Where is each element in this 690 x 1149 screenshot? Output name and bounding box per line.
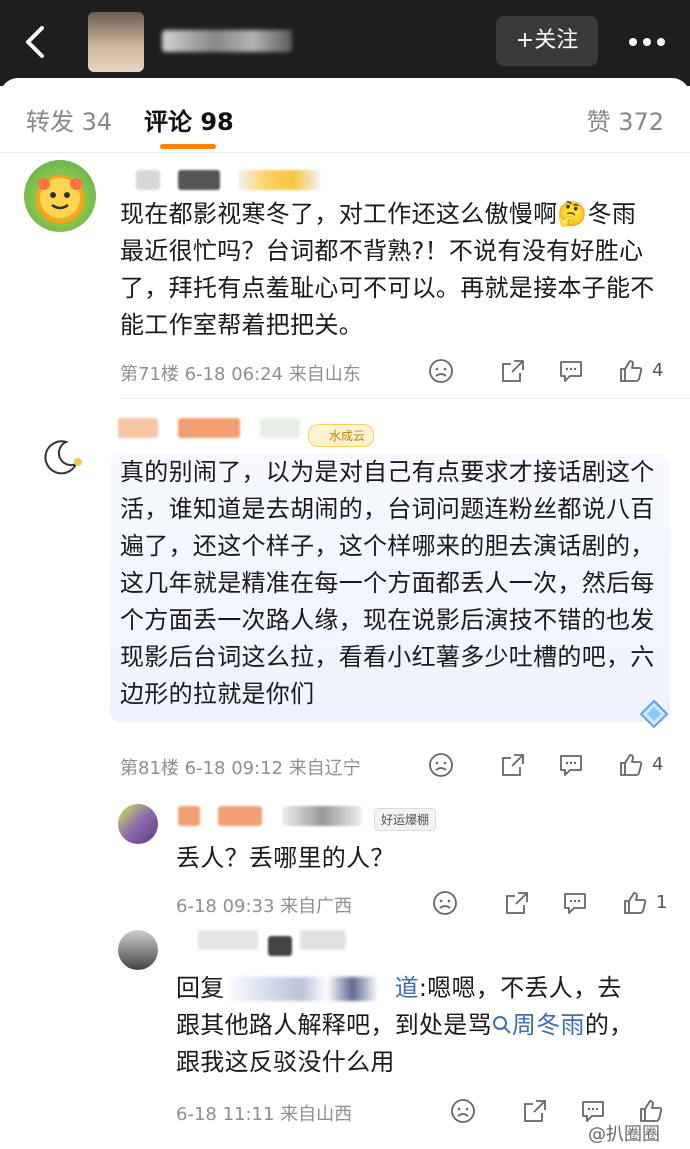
avatar[interactable] xyxy=(24,420,96,492)
comment-text: 现在都影视寒冬了，对工作还这么傲慢啊🤔冬雨最近很忙吗？台词都不背熟?！不说有没有… xyxy=(120,200,655,339)
search-icon xyxy=(492,1011,512,1039)
comment-text: 丢人？丢哪里的人？ xyxy=(176,844,395,872)
diamond-icon xyxy=(638,698,670,730)
username-blurred xyxy=(178,418,240,438)
reply-text-a: :嗯嗯，不丢人，去 xyxy=(418,974,622,1002)
reply-text-d: 跟我这反驳没什么用 xyxy=(176,1048,395,1076)
watermark: @扒圈圈 xyxy=(588,1124,660,1145)
dislike-icon[interactable] xyxy=(428,752,454,778)
back-icon[interactable] xyxy=(18,22,54,62)
comment-icon[interactable] xyxy=(562,890,588,916)
search-link[interactable]: 周冬雨 xyxy=(492,1011,585,1039)
username-blurred xyxy=(300,930,346,950)
comment-icon[interactable] xyxy=(558,752,584,778)
avatar[interactable] xyxy=(118,930,158,970)
divider xyxy=(120,398,690,399)
fan-badge: 水成云 xyxy=(308,424,375,447)
like-icon[interactable] xyxy=(618,358,644,384)
reply-prefix: 回复 xyxy=(176,974,225,1002)
tab-like[interactable]: 赞 372 xyxy=(587,102,664,137)
username-blurred xyxy=(198,930,258,950)
author-avatar[interactable] xyxy=(88,12,144,72)
username-blurred xyxy=(238,170,320,190)
tab-repost[interactable]: 转发 34 xyxy=(26,102,112,137)
avatar[interactable] xyxy=(118,804,158,844)
username-blurred xyxy=(282,806,362,826)
reply-text: 回复 道:嗯嗯，不丢人，去 跟其他路人解释吧，到处是骂 周冬雨的， 跟我这反驳没什么… xyxy=(176,970,666,1081)
tab-bar: 转发 34 评论 98 赞 372 xyxy=(0,78,690,153)
follow-button[interactable]: +关注 xyxy=(496,16,598,66)
share-icon[interactable] xyxy=(522,1098,548,1124)
search-term[interactable]: 周冬雨 xyxy=(512,1011,585,1039)
comment-text: 真的别闹了，以为是对自己有点要求才接话剧这个活，谁知道是去胡闹的，台词问题连粉丝… xyxy=(120,458,655,708)
reply-target-blurred[interactable] xyxy=(224,977,395,1001)
like-count: 4 xyxy=(652,754,664,775)
like-count: 4 xyxy=(652,360,664,381)
active-tab-indicator xyxy=(160,144,216,149)
reply-target-tail[interactable]: 道 xyxy=(395,974,419,1002)
comment-meta: 第71楼 6-18 06:24 来自山东 xyxy=(120,364,361,385)
author-name-blurred xyxy=(162,30,292,52)
dislike-icon[interactable] xyxy=(450,1098,476,1124)
username-blurred xyxy=(260,418,300,438)
reply-text-c: 的， xyxy=(584,1011,634,1039)
more-icon[interactable] xyxy=(622,22,672,62)
comment-meta: 第81楼 6-18 09:12 来自辽宁 xyxy=(120,758,361,779)
username-blurred xyxy=(218,806,262,826)
comment-icon[interactable] xyxy=(558,358,584,384)
username-blurred xyxy=(268,936,292,956)
username-blurred xyxy=(178,170,220,190)
share-icon[interactable] xyxy=(500,752,526,778)
comment-meta: 6-18 09:33 来自广西 xyxy=(176,896,353,917)
like-icon[interactable] xyxy=(618,752,644,778)
comment-meta: 6-18 11:11 来自山西 xyxy=(176,1104,353,1125)
fan-badge: 好运爆棚 xyxy=(374,808,437,831)
like-icon[interactable] xyxy=(622,890,648,916)
share-icon[interactable] xyxy=(504,890,530,916)
dislike-icon[interactable] xyxy=(432,890,458,916)
share-icon[interactable] xyxy=(500,358,526,384)
tab-comment[interactable]: 评论 98 xyxy=(144,102,234,137)
reply-text-b: 跟其他路人解释吧，到处是骂 xyxy=(176,1011,492,1039)
top-bar: +关注 xyxy=(0,0,690,86)
username-blurred xyxy=(178,806,200,826)
dislike-icon[interactable] xyxy=(428,358,454,384)
username-blurred xyxy=(118,418,158,438)
avatar[interactable] xyxy=(24,160,96,232)
like-count: 1 xyxy=(656,892,668,913)
username-blurred xyxy=(136,170,160,190)
